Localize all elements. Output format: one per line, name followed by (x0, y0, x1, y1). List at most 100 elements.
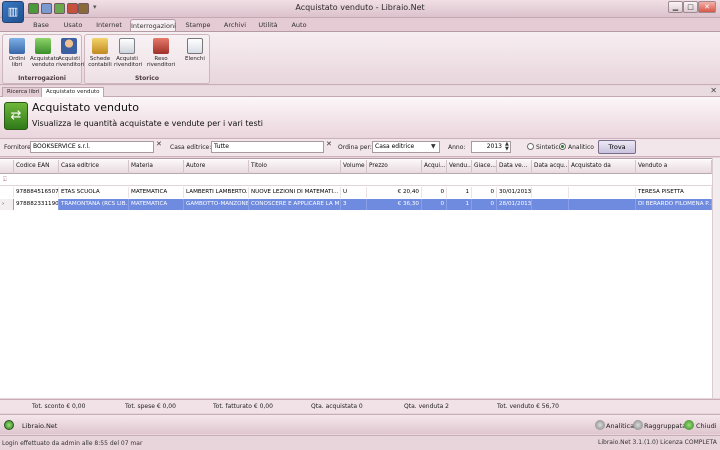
cell-codice-ean: 9788845165078 (14, 187, 59, 198)
document-tab-strip: Ricerca libri Acquistato venduto ✕ (0, 86, 720, 97)
cell-data-vendita: 30/01/2013 (497, 187, 532, 198)
column-header-data-vendita[interactable]: Data ve... (497, 160, 532, 174)
return-books-icon (153, 38, 169, 54)
ordini-libri-button[interactable]: Ordini libri (4, 38, 30, 68)
total-sconto: Tot. sconto € 0,00 (32, 403, 86, 410)
elenchi-button[interactable]: Elenchi (182, 38, 208, 62)
column-header-venduto[interactable]: Vendu... (447, 160, 472, 174)
cell-venduto: 1 (447, 187, 472, 198)
analitico-label: Analitico (568, 144, 594, 151)
schede-contabili-button[interactable]: Schede contabili (87, 38, 113, 68)
totals-bar: Tot. sconto € 0,00 Tot. spese € 0,00 Tot… (0, 399, 720, 413)
casa-editrice-select[interactable]: Tutte (211, 141, 324, 153)
cell-data-acquisto (532, 187, 569, 198)
column-header-titolo[interactable]: Titolo (249, 160, 341, 174)
cart-books-icon: ⇄ (4, 102, 28, 130)
fornitore-label: Fornitore: (4, 144, 33, 151)
group-interrogazioni: Ordini libri Acquistato venduto Acquisti… (2, 34, 84, 84)
doc-tab-ricerca-libri[interactable]: Ricerca libri (2, 87, 45, 97)
column-header-prezzo[interactable]: Prezzo (367, 160, 422, 174)
cell-giacenza: 0 (472, 187, 497, 198)
cell-materia: MATEMATICA (129, 187, 184, 198)
column-header-venduto-a[interactable]: Venduto a (636, 160, 712, 174)
raggruppata-icon (633, 420, 643, 430)
cart-books-icon (35, 38, 51, 54)
table-row[interactable]: 9788845165078 ETAS SCUOLA MATEMATICA LAM… (0, 187, 712, 198)
exit-icon (684, 420, 694, 430)
column-header-casa-editrice[interactable]: Casa editrice (59, 160, 129, 174)
cell-venduto: 1 (447, 199, 472, 210)
row-selector[interactable]: › (0, 199, 14, 210)
total-venduto: Tot. venduto € 56,70 (497, 403, 559, 410)
casa-editrice-label: Casa editrice: (170, 144, 212, 151)
cell-prezzo: € 36,30 (367, 199, 422, 210)
total-qta-acquistata: Qta. acquistata 0 (311, 403, 363, 410)
trova-button[interactable]: Trova (598, 140, 636, 154)
column-header-acquistato-da[interactable]: Acquistato da (569, 160, 636, 174)
reso-rivenditori-button[interactable]: Reso rivenditori (141, 38, 181, 68)
status-bar: Login effettuato da admin alle 8:55 del … (0, 435, 720, 450)
table-row-selected[interactable]: › 9788823311909 TRAMONTANA (RCS LIB... M… (0, 199, 712, 210)
cell-autore: GAMBOTTO-MANZONE (184, 199, 249, 210)
title-bar: ▾ Acquistato venduto - Libraio.Net ▁ □ ✕ (0, 0, 720, 18)
column-header-volume[interactable]: Volume (341, 160, 367, 174)
vertical-scrollbar[interactable] (712, 158, 720, 398)
total-qta-venduta: Qta. venduta 2 (404, 403, 449, 410)
page-header: ⇄ Acquistato venduto Visualizza le quant… (0, 97, 720, 139)
login-status: Login effettuato da admin alle 8:55 del … (2, 440, 143, 447)
power-icon[interactable] (4, 420, 14, 430)
grid-filter-row[interactable]: ⍗ (0, 175, 712, 186)
results-grid[interactable]: Codice EAN Casa editrice Materia Autore … (0, 158, 720, 398)
cell-titolo: CONOSCERE E APPLICARE LA M... (249, 199, 341, 210)
column-header-codice-ean[interactable]: Codice EAN (14, 160, 59, 174)
app-name-label: Libraio.Net (22, 422, 58, 430)
acquisti-rivenditori-storico-button[interactable]: Acquisti rivenditori (114, 38, 142, 68)
column-header-row-selector (0, 160, 14, 174)
user-icon (61, 38, 77, 54)
group-label: Storico (134, 75, 159, 82)
row-selector[interactable] (0, 187, 14, 198)
analitica-icon (595, 420, 605, 430)
page-subtitle: Visualizza le quantità acquistate e vend… (32, 119, 263, 128)
clear-casa-editrice-icon[interactable]: ✕ (326, 140, 332, 148)
ribbon-tab-strip: Base Usato Internet Interrogazioni Stamp… (0, 18, 720, 32)
group-storico: Schede contabili Acquisti rivenditori Re… (84, 34, 210, 84)
list-pen-icon (187, 38, 203, 54)
group-label: Interrogazioni (18, 75, 66, 82)
cell-materia: MATEMATICA (129, 199, 184, 210)
ordina-per-select[interactable]: Casa editrice (372, 141, 440, 153)
column-header-materia[interactable]: Materia (129, 160, 184, 174)
acquistato-venduto-button[interactable]: Acquistato venduto (30, 38, 59, 68)
total-fatturato: Tot. fatturato € 0,00 (213, 403, 273, 410)
column-header-giacenza[interactable]: Giace... (472, 160, 497, 174)
fornitore-select[interactable]: BOOKSERVICE s.r.l. (30, 141, 154, 153)
version-status: Libraio.Net 3.1.(1.0) Licenza COMPLETA (598, 439, 717, 446)
sintetico-radio[interactable] (527, 143, 534, 150)
column-header-data-acquisto[interactable]: Data acqu... (532, 160, 569, 174)
cell-giacenza: 0 (472, 199, 497, 210)
acquisti-rivenditori-button[interactable]: Acquisti rivenditori (56, 38, 84, 68)
cell-autore: LAMBERTI LAMBERTO... (184, 187, 249, 198)
close-tab-icon[interactable]: ✕ (710, 86, 717, 95)
close-button[interactable]: ✕ (698, 1, 716, 13)
chiudi-button[interactable]: Chiudi (696, 422, 717, 430)
cell-prezzo: € 20,40 (367, 187, 422, 198)
column-header-acquistato[interactable]: Acqui... (422, 160, 447, 174)
raggruppata-button[interactable]: Raggruppata (644, 422, 686, 430)
doc-tab-acquistato-venduto[interactable]: Acquistato venduto (41, 87, 105, 97)
chevron-down-icon[interactable]: ▼ (431, 143, 436, 150)
analitica-button[interactable]: Analitica (606, 422, 634, 430)
maximize-button[interactable]: □ (683, 1, 698, 13)
clear-fornitore-icon[interactable]: ✕ (156, 140, 162, 148)
ordina-per-label: Ordina per: (338, 144, 372, 151)
analitico-radio[interactable] (559, 143, 566, 150)
total-spese: Tot. spese € 0,00 (125, 403, 176, 410)
cell-acquistato: 0 (422, 199, 447, 210)
filter-icon[interactable]: ⍗ (3, 176, 7, 184)
filter-bar: Fornitore: BOOKSERVICE s.r.l. ✕ Casa edi… (0, 139, 720, 157)
column-header-autore[interactable]: Autore (184, 160, 249, 174)
minimize-button[interactable]: ▁ (668, 1, 683, 13)
app-logo-icon[interactable]: ▥ (2, 1, 24, 23)
spin-icon[interactable]: ▲ ▼ (505, 142, 509, 152)
document-icon (119, 38, 135, 54)
